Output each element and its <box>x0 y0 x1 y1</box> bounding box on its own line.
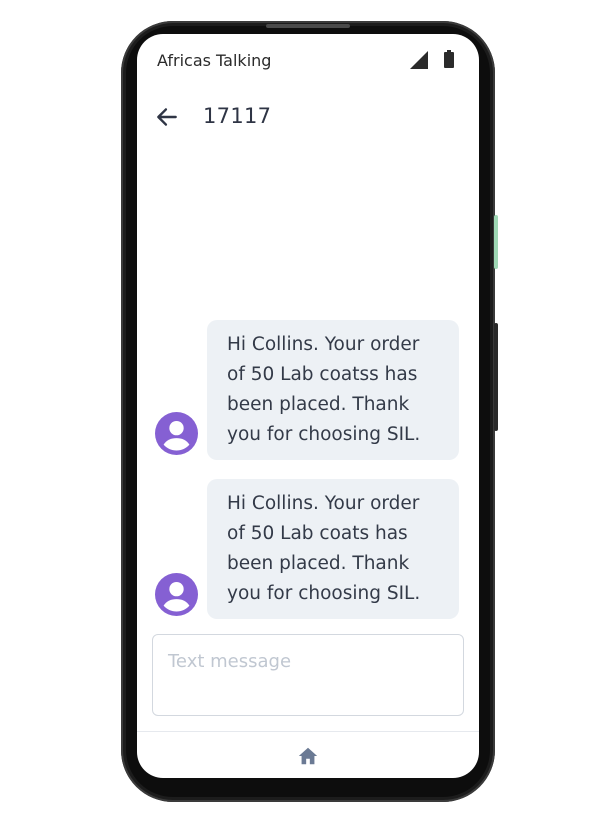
battery-icon <box>444 50 454 68</box>
signal-icon <box>410 51 428 69</box>
message-bubble[interactable]: Hi Collins. Your order of 50 Lab coatss … <box>207 320 459 460</box>
home-icon[interactable] <box>297 745 319 767</box>
account-circle-icon <box>155 573 198 616</box>
message-text: Hi Collins. Your order of 50 Lab coats h… <box>227 493 421 604</box>
app-header: 17117 <box>137 96 479 136</box>
message-composer <box>152 634 464 716</box>
account-circle-icon <box>155 412 198 455</box>
bottom-divider <box>137 731 479 732</box>
text-message-input[interactable] <box>153 635 463 715</box>
phone-speaker <box>266 24 350 28</box>
message-text: Hi Collins. Your order of 50 Lab coatss … <box>227 334 421 445</box>
carrier-name: Africas Talking <box>157 51 272 70</box>
status-bar: Africas Talking <box>137 34 479 86</box>
phone-side-button <box>494 215 498 269</box>
phone-volume-button <box>494 323 498 431</box>
arrow-left-icon[interactable] <box>154 104 180 130</box>
message-bubble[interactable]: Hi Collins. Your order of 50 Lab coats h… <box>207 479 459 619</box>
conversation-title: 17117 <box>203 104 272 128</box>
phone-screen: Africas Talking 17117 Hi Collins. Your o… <box>137 34 479 778</box>
